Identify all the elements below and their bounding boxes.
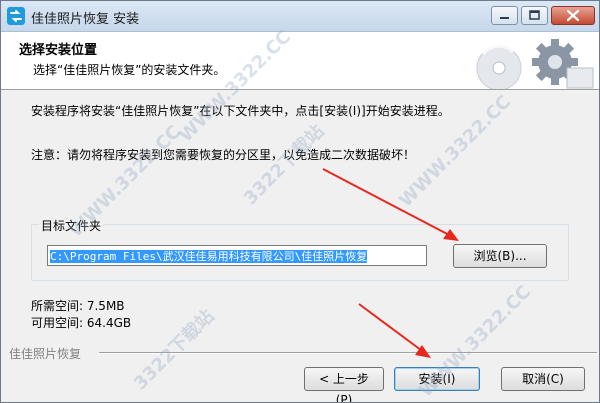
maximize-button[interactable]	[521, 6, 548, 25]
install-intro-text: 安装程序将安装“佳佳照片恢复”在以下文件夹中，点击[安装(I)]开始安装进程。	[31, 104, 450, 118]
install-notice-text: 注意：请勿将程序安装到您需要恢复的分区里，以免造成二次数据破坏！	[31, 148, 416, 162]
close-icon	[566, 9, 580, 22]
minimize-button[interactable]	[491, 6, 518, 25]
destination-folder-label: 目标文件夹	[39, 217, 104, 234]
minimize-icon	[500, 17, 509, 19]
install-path-value: C:\Program Files\武汉佳佳易用科技有限公司\佳佳照片恢复	[50, 250, 368, 263]
watermark: 3322下载站	[129, 305, 219, 395]
installer-window: 佳佳照片恢复 安装 选择安装位置 选择“佳佳照片恢复”的安装文件夹。 安装程序将…	[0, 0, 600, 403]
install-path-input[interactable]: C:\Program Files\武汉佳佳易用科技有限公司\佳佳照片恢复	[47, 245, 427, 266]
back-button[interactable]: < 上一步(P)	[304, 367, 384, 402]
app-icon	[7, 7, 25, 25]
browse-button[interactable]: 浏览(B)...	[453, 244, 547, 268]
close-button[interactable]	[551, 6, 595, 25]
page-title: 选择安装位置	[19, 43, 98, 58]
title-bar[interactable]: 佳佳照片恢复 安装	[1, 1, 599, 32]
installer-graphic-icon	[463, 32, 599, 89]
page-subtitle: 选择“佳佳照片恢复”的安装文件夹。	[33, 63, 226, 77]
required-space-text: 所需空间: 7.5MB	[31, 299, 125, 313]
arrow-to-install	[358, 303, 431, 358]
available-space-text: 可用空间: 64.4GB	[31, 316, 132, 330]
page-header: 选择安装位置 选择“佳佳照片恢复”的安装文件夹。	[1, 32, 599, 90]
brand-label: 佳佳照片恢复	[9, 347, 82, 361]
window-title: 佳佳照片恢复 安装	[31, 12, 140, 27]
cancel-button[interactable]: 取消(C)	[501, 367, 585, 391]
watermark: 3322下载站	[239, 120, 329, 210]
footer-divider	[99, 352, 597, 354]
install-button[interactable]: 安装(I)	[394, 367, 480, 391]
maximize-icon	[529, 10, 540, 20]
